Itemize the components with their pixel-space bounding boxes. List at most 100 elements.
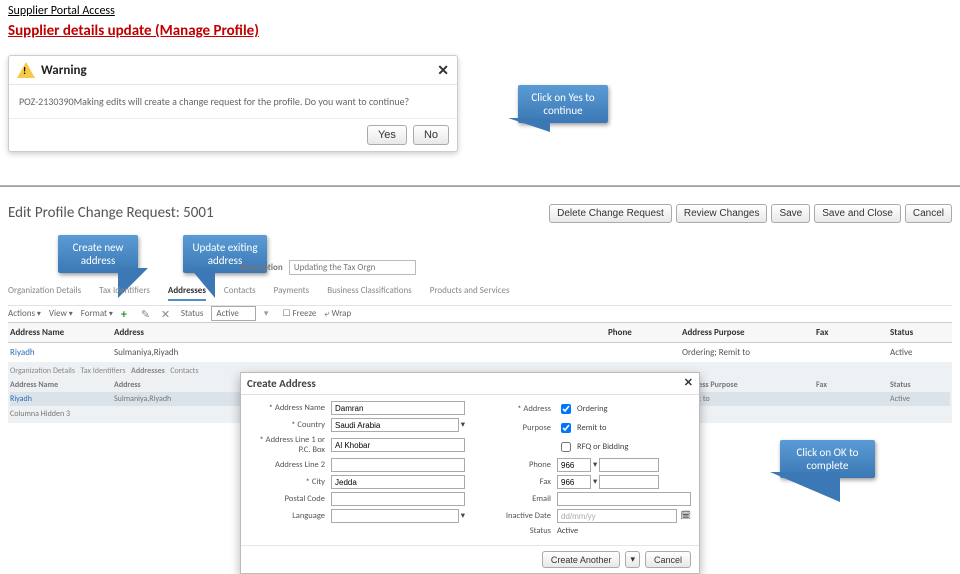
pencil-icon[interactable]: ✎ (141, 308, 153, 320)
rfq-label: RFQ or Bidding (577, 442, 628, 452)
tab-addresses[interactable]: Addresses (168, 285, 206, 301)
address-name-link[interactable]: Riyadh (10, 347, 110, 358)
remit-checkbox[interactable] (561, 423, 571, 433)
callout-ok-arrow (770, 472, 840, 502)
no-button[interactable]: No (413, 125, 449, 145)
address-line2-input[interactable] (331, 458, 465, 472)
review-changes-button[interactable]: Review Changes (676, 204, 768, 223)
ok-split-icon[interactable]: ▾ (625, 551, 640, 568)
tab2-addr: Addresses (131, 366, 165, 376)
warning-title: Warning (41, 63, 87, 78)
col2-purpose: Address Purpose (682, 380, 812, 390)
phone-input[interactable] (599, 458, 659, 472)
postal-code-label: Postal Code (249, 494, 331, 504)
fax-input[interactable] (599, 475, 659, 489)
tab2-tax: Tax Identifiers (80, 366, 125, 376)
tab-contacts[interactable]: Contacts (224, 285, 256, 301)
inactive-date-input[interactable] (557, 509, 677, 523)
edit-profile-bar: Edit Profile Change Request: 5001 Delete… (8, 200, 952, 226)
purpose-label: Purpose (475, 423, 557, 433)
create-address-title: Create Address (247, 377, 316, 390)
address-name-input[interactable] (331, 401, 465, 415)
save-button[interactable]: Save (771, 204, 810, 223)
description-field-row: Description Updating the Tax Orgn (240, 260, 416, 275)
phone-dropdown-icon[interactable]: ▾ (591, 460, 599, 470)
delete-change-request-button[interactable]: Delete Change Request (549, 204, 672, 223)
country-input[interactable] (331, 418, 459, 432)
view-menu[interactable]: View (49, 308, 73, 319)
tab-products-and-services[interactable]: Products and Services (430, 285, 510, 301)
close-icon[interactable]: ✕ (684, 376, 693, 389)
tab-business-classifications[interactable]: Business Classifications (327, 285, 412, 301)
status-label: Status (181, 308, 204, 319)
create-address-dialog: Create Address ✕ Address Name Country ▾ … (240, 372, 700, 574)
row2-purpose: Remit to (682, 394, 812, 404)
ordering-label: Ordering (577, 404, 608, 414)
city-label: City (249, 477, 331, 487)
address-table-row[interactable]: Riyadh Sulmaniya,Riyadh Ordering; Remit … (8, 343, 952, 363)
warning-icon (17, 62, 35, 78)
tab-organization-details[interactable]: Organization Details (8, 285, 81, 301)
address-table-header: Address Name Address Phone Address Purpo… (8, 323, 952, 343)
create-another-button[interactable]: Create Another (542, 551, 621, 568)
description-label: Description (240, 262, 283, 273)
address-cell: Sulmaniya,Riyadh (114, 347, 604, 358)
rfq-checkbox[interactable] (561, 442, 571, 452)
create-address-body: Address Name Country ▾ Address Line 1 or… (241, 395, 699, 545)
address-line2-label: Address Line 2 (249, 460, 331, 470)
format-menu[interactable]: Format (81, 308, 113, 319)
postal-code-input[interactable] (331, 492, 465, 506)
fax-dropdown-icon[interactable]: ▾ (591, 477, 599, 487)
remit-label: Remit to (577, 423, 606, 433)
col-fax: Fax (816, 327, 886, 338)
address-line1-label: Address Line 1 or P.C. Box (249, 435, 331, 455)
tab-tax-identifiers[interactable]: Tax Identifiers (99, 285, 150, 301)
col-address: Address (114, 327, 604, 338)
status-select[interactable]: Active (211, 306, 255, 321)
col2-status: Status (890, 380, 950, 390)
fax-label: Fax (475, 477, 557, 487)
ordering-checkbox[interactable] (561, 404, 571, 414)
phone-cc-input[interactable] (557, 458, 591, 472)
warning-footer: Yes No (9, 118, 457, 151)
email-input[interactable] (557, 492, 691, 506)
description-value[interactable]: Updating the Tax Orgn (289, 260, 417, 275)
tab2-contacts: Contacts (170, 366, 198, 376)
delete-icon[interactable]: ✕ (161, 308, 173, 320)
cancel-button[interactable]: Cancel (905, 204, 952, 223)
phone-label: Phone (475, 460, 557, 470)
col2-name: Address Name (10, 380, 110, 390)
address-name-label: Address Name (249, 403, 331, 413)
col-status: Status (890, 327, 950, 338)
yes-button[interactable]: Yes (367, 125, 407, 145)
actions-menu[interactable]: Actions (8, 308, 41, 319)
language-label: Language (249, 511, 331, 521)
freeze-toggle[interactable]: Freeze (293, 308, 317, 319)
edit-profile-title: Edit Profile Change Request: 5001 (8, 204, 214, 222)
city-input[interactable] (331, 475, 465, 489)
close-icon[interactable]: ✕ (437, 62, 449, 79)
address-line1-input[interactable] (331, 438, 465, 452)
warning-body: POZ-2130390Making edits will create a ch… (9, 85, 457, 118)
calendar-icon[interactable]: 🗓 (677, 511, 691, 521)
fax-cc-input[interactable] (557, 475, 591, 489)
cancel-button-modal[interactable]: Cancel (645, 551, 691, 568)
wrap-toggle[interactable]: Wrap (331, 308, 351, 319)
edit-profile-actions: Delete Change Request Review Changes Sav… (549, 204, 952, 223)
address-table: Address Name Address Phone Address Purpo… (8, 322, 952, 363)
plus-icon[interactable]: + (121, 308, 133, 320)
tab-payments[interactable]: Payments (274, 285, 310, 301)
col2-fax: Fax (816, 380, 886, 390)
country-search-icon[interactable]: ▾ (459, 420, 465, 430)
row2-name[interactable]: Riyadh (10, 394, 110, 404)
language-input[interactable] (331, 509, 459, 523)
callout-yes-arrow (508, 118, 550, 132)
warning-header: Warning ✕ (9, 56, 457, 85)
col-purpose: Address Purpose (682, 327, 812, 338)
save-and-close-button[interactable]: Save and Close (814, 204, 901, 223)
language-dropdown-icon[interactable]: ▾ (459, 511, 465, 521)
warning-dialog: Warning ✕ POZ-2130390Making edits will c… (8, 55, 458, 152)
address-purpose-address-label: Address (475, 404, 557, 414)
inactive-date-label: Inactive Date (475, 511, 557, 521)
country-label: Country (249, 420, 331, 430)
